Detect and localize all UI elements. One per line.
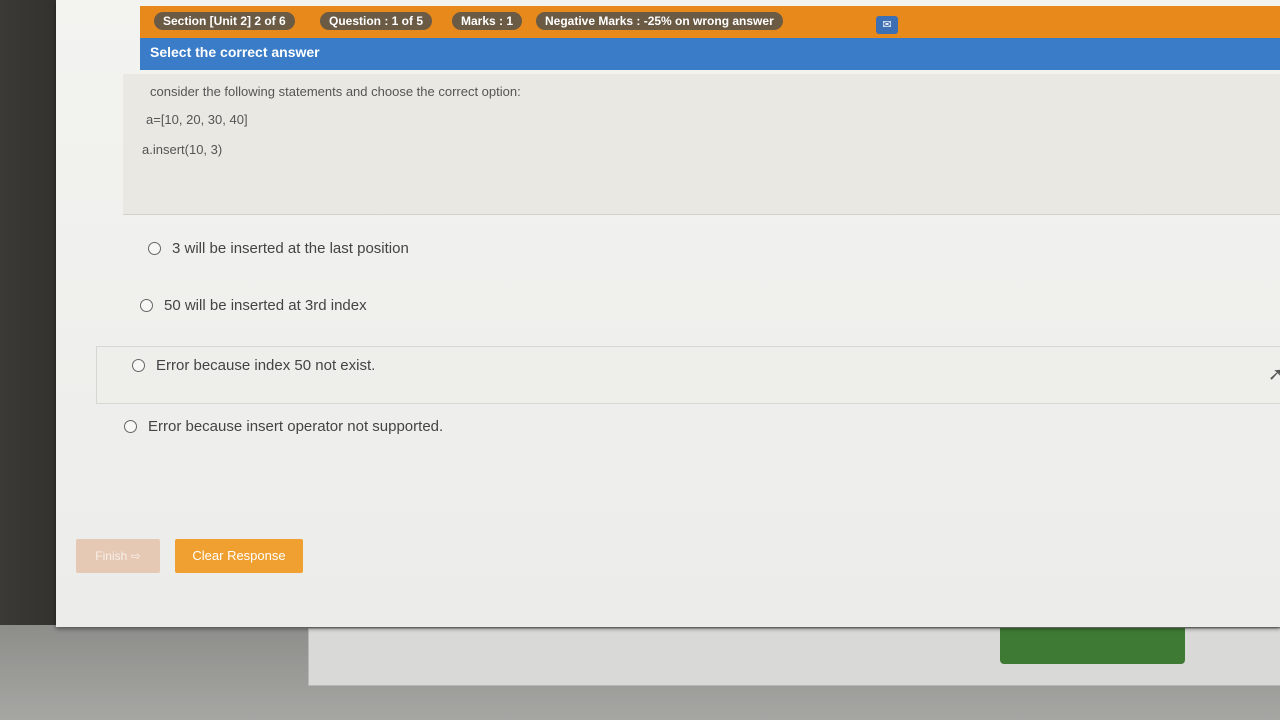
mouse-pointer-icon: ➚: [1268, 364, 1280, 384]
green-button[interactable]: [1000, 628, 1185, 664]
answer-option-2[interactable]: 50 will be inserted at 3rd index: [140, 297, 367, 314]
option-label: Error because index 50 not exist.: [156, 357, 376, 374]
instruction-text: Select the correct answer: [150, 44, 320, 60]
section-badge: Section [Unit 2] 2 of 6: [154, 12, 295, 30]
option-label: 3 will be inserted at the last position: [172, 240, 409, 257]
option-label: Error because insert operator not suppor…: [148, 418, 444, 435]
answer-option-3[interactable]: Error because index 50 not exist.: [132, 357, 375, 374]
chat-icon[interactable]: ✉: [876, 16, 898, 34]
clear-response-button[interactable]: Clear Response: [175, 539, 303, 573]
answer-option-1[interactable]: 3 will be inserted at the last position: [148, 240, 409, 257]
code-line-1: a=[10, 20, 30, 40]: [146, 112, 248, 127]
marks-badge: Marks : 1: [452, 12, 523, 30]
radio-button[interactable]: [124, 420, 137, 433]
exam-screen: Section [Unit 2] 2 of 6 Question : 1 of …: [56, 0, 1280, 627]
question-badge: Question : 1 of 5: [320, 12, 433, 30]
negative-marks-badge: Negative Marks : -25% on wrong answer: [536, 12, 783, 30]
finish-button[interactable]: Finish ⇨: [76, 539, 160, 573]
question-prompt: consider the following statements and ch…: [150, 84, 521, 99]
radio-button[interactable]: [148, 242, 161, 255]
option-label: 50 will be inserted at 3rd index: [164, 297, 367, 314]
radio-button[interactable]: [132, 359, 145, 372]
code-line-2: a.insert(10, 3): [142, 142, 223, 157]
question-box: consider the following statements and ch…: [123, 74, 1280, 215]
radio-button[interactable]: [140, 299, 153, 312]
answer-option-4[interactable]: Error because insert operator not suppor…: [124, 418, 443, 435]
hovered-option-box: [96, 346, 1280, 404]
instruction-bar: Select the correct answer: [140, 38, 1280, 70]
